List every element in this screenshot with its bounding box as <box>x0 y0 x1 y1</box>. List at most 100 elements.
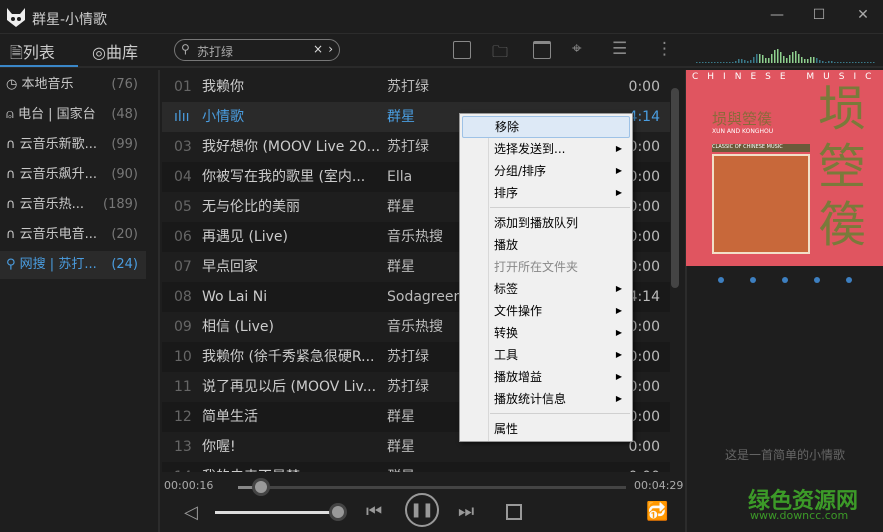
submenu-arrow-icon: ▶ <box>615 188 622 197</box>
menu-item[interactable]: 转换 ▶ <box>462 322 630 344</box>
spectrum-bar <box>828 61 830 63</box>
track-number: 08 <box>174 289 192 305</box>
minimize-button[interactable]: — <box>760 4 794 26</box>
sidebar-item-icon: ⚲ <box>6 257 16 272</box>
sidebar-item[interactable]: ∩ 云音乐新歌... (99) <box>0 131 146 159</box>
volume-slider[interactable] <box>215 511 338 514</box>
spectrum-bar <box>855 62 857 63</box>
sidebar-item-icon: ◷ <box>6 77 18 92</box>
spectrum-bar <box>834 62 836 63</box>
menu-item[interactable]: 工具 ▶ <box>462 344 630 366</box>
spectrum-bar <box>861 62 863 63</box>
menu-item-label: 打开所在文件夹 <box>494 260 579 274</box>
spectrum-bar <box>822 61 824 63</box>
menu-item[interactable]: 标签 ▶ <box>462 278 630 300</box>
spectrum-bar <box>789 55 791 63</box>
cover-page-dot[interactable] <box>718 277 724 283</box>
cover-page-dot[interactable] <box>782 277 788 283</box>
track-artist: Sodagreen <box>387 289 463 305</box>
player-controls: 00:00:16 00:04:29 ◁ ⏮ ❚❚ ⏭ 🔂 <box>162 475 683 532</box>
spectrum-bar <box>807 59 809 63</box>
sidebar-item[interactable]: ∩ 云音乐电音... (20) <box>0 221 146 249</box>
elapsed-time: 00:00:16 <box>164 479 214 492</box>
seek-bar[interactable] <box>238 486 626 489</box>
location-icon[interactable]: ⌖ <box>572 39 582 59</box>
spectrum-bar <box>783 56 785 63</box>
volume-icon[interactable]: ◁ <box>184 502 198 523</box>
cover-page-dot[interactable] <box>750 277 756 283</box>
sidebar-item-count: (189) <box>103 197 138 212</box>
track-duration: 0:00 <box>628 259 660 275</box>
seek-handle[interactable] <box>255 481 268 493</box>
sidebar-item[interactable]: ◷ 本地音乐 (76) <box>0 71 146 99</box>
menu-item[interactable]: 播放 <box>462 234 630 256</box>
next-button[interactable]: ⏭ <box>458 501 474 522</box>
spectrum-bar <box>708 62 710 63</box>
menu-item[interactable]: 文件操作 ▶ <box>462 300 630 322</box>
now-playing-icon: ılıı <box>174 109 190 125</box>
tab-underline <box>0 65 78 67</box>
track-artist: 苏打绿 <box>387 349 429 365</box>
menu-item[interactable]: 排序 ▶ <box>462 182 630 204</box>
scrollbar-thumb[interactable] <box>671 88 679 288</box>
menu-item-label: 播放统计信息 <box>494 392 567 406</box>
cover-page-dot[interactable] <box>846 277 852 283</box>
sidebar-item-label: 云音乐电音... <box>19 227 98 242</box>
spectrum-bar <box>711 62 713 63</box>
track-duration: 4:14 <box>628 109 660 125</box>
menu-item[interactable]: 播放统计信息 ▶ <box>462 388 630 410</box>
submenu-arrow-icon: ▶ <box>615 350 622 359</box>
folder-icon[interactable]: 🗀 <box>492 41 508 68</box>
playlist-icon[interactable] <box>453 41 471 59</box>
menu-item[interactable]: 添加到播放队列 <box>462 212 630 234</box>
album-cover: CHINESE MUSIC 埙與箜篌 XUN AND KONGHOU CLASS… <box>686 70 883 266</box>
close-button[interactable]: ✕ <box>846 4 880 26</box>
stop-button[interactable] <box>506 504 522 520</box>
spectrum-bar <box>777 49 779 63</box>
spectrum-bar <box>726 62 728 63</box>
sidebar-item-label: 网搜 | 苏打... <box>19 257 97 272</box>
track-artist: 群星 <box>387 439 415 455</box>
cover-subtitle: XUN AND KONGHOU <box>712 128 774 135</box>
track-row[interactable]: 14 我的未来不是梦群星 0:00 <box>162 462 670 472</box>
menu-item[interactable]: 属性 <box>462 418 630 440</box>
tab-library[interactable]: ◎曲库 <box>92 39 138 63</box>
track-title: 小情歌 <box>202 109 244 125</box>
spectrum-bar <box>741 59 743 63</box>
spectrum-bar <box>735 61 737 63</box>
spectrum-bar <box>714 62 716 63</box>
search-input[interactable]: ⚲ 苏打绿 × › <box>174 39 340 61</box>
menu-item[interactable]: 移除 <box>462 116 630 138</box>
repeat-one-icon[interactable]: 🔂 <box>646 501 668 522</box>
sidebar-item-count: (48) <box>111 107 138 122</box>
menu-item-label: 排序 <box>494 186 519 200</box>
toolbar: 🗎列表 ◎曲库 ⚲ 苏打绿 × › 🗀 ⌖ ☰ ⋮ <box>0 35 883 68</box>
submenu-arrow-icon: ▶ <box>615 394 622 403</box>
spectrum-bar <box>723 62 725 63</box>
pause-button[interactable]: ❚❚ <box>405 493 439 527</box>
volume-handle[interactable] <box>332 506 344 518</box>
track-number: 12 <box>174 409 192 425</box>
clear-search-button[interactable]: × <box>313 42 323 56</box>
sidebar-item[interactable]: ⍝ 电台 | 国家台 (48) <box>0 101 146 129</box>
menu-item[interactable]: 分组/排序 ▶ <box>462 160 630 182</box>
menu-item[interactable]: 播放增益 ▶ <box>462 366 630 388</box>
trash-icon[interactable] <box>533 41 551 59</box>
sidebar-item[interactable]: ∩ 云音乐热... (189) <box>0 191 146 219</box>
track-duration: 0:00 <box>628 139 660 155</box>
maximize-button[interactable]: ☐ <box>802 4 836 26</box>
spectrum-bar <box>804 59 806 63</box>
previous-button[interactable]: ⏮ <box>366 501 382 522</box>
track-duration: 0:00 <box>628 439 660 455</box>
more-icon[interactable]: ⋮ <box>656 39 673 59</box>
sidebar-item-icon: ∩ <box>6 227 16 242</box>
cover-page-dot[interactable] <box>814 277 820 283</box>
menu-item[interactable]: 选择发送到... ▶ <box>462 138 630 160</box>
spectrum-bar <box>798 54 800 63</box>
list-icon[interactable]: ☰ <box>612 39 627 59</box>
context-menu: 移除 选择发送到... ▶ 分组/排序 ▶ 排序 ▶ 添加到播放队列 播放打开所在文件夹标签 ▶ 文… <box>459 113 633 442</box>
sidebar-item[interactable]: ⚲ 网搜 | 苏打... (24) <box>0 251 146 279</box>
track-row[interactable]: 01 我赖你 苏打绿 0:00 <box>162 72 670 102</box>
sidebar-item[interactable]: ∩ 云音乐飙升... (90) <box>0 161 146 189</box>
search-go-button[interactable]: › <box>328 42 333 56</box>
